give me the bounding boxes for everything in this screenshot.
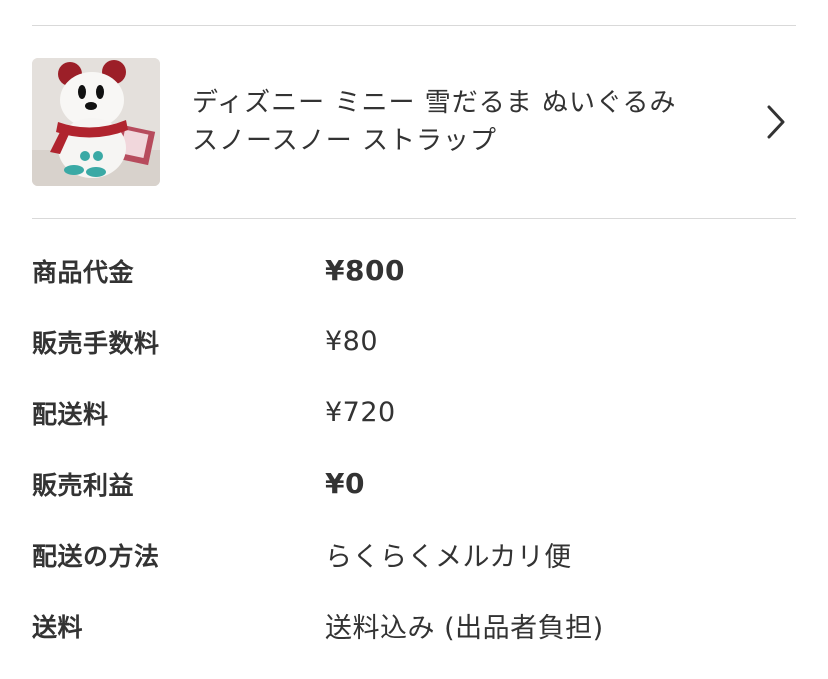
row-value: ¥80 xyxy=(325,326,379,357)
summary-row-postage: 送料 送料込み (出品者負担) xyxy=(32,590,796,661)
price-summary: 商品代金 ¥800 販売手数料 ¥80 配送料 ¥720 販売利益 ¥0 配送の… xyxy=(32,235,796,661)
summary-row-sales-fee: 販売手数料 ¥80 xyxy=(32,306,796,377)
row-value: ¥720 xyxy=(325,397,396,428)
row-label: 販売利益 xyxy=(32,470,135,500)
row-label: 配送料 xyxy=(32,399,109,429)
row-label: 配送の方法 xyxy=(32,541,160,571)
item-title: ディズニー ミニー 雪だるま ぬいぐるみ スノースノー ストラップ xyxy=(192,88,677,156)
chevron-right-icon[interactable] xyxy=(764,104,788,140)
row-label: 商品代金 xyxy=(32,257,135,287)
item-thumbnail[interactable] xyxy=(32,58,160,186)
item-link-row[interactable]: ディズニー ミニー 雪だるま ぬいぐるみ スノースノー ストラップ xyxy=(32,58,796,186)
row-value: らくらくメルカリ便 xyxy=(325,542,572,573)
row-label: 送料 xyxy=(32,612,84,642)
summary-row-shipping-method: 配送の方法 らくらくメルカリ便 xyxy=(32,519,796,590)
summary-row-profit: 販売利益 ¥0 xyxy=(32,448,796,519)
minnie-snowman-plush-image xyxy=(32,58,160,186)
row-value: ¥0 xyxy=(325,467,365,500)
section-divider xyxy=(32,218,796,219)
top-divider xyxy=(32,25,796,26)
row-label: 販売手数料 xyxy=(32,328,160,358)
row-value: ¥800 xyxy=(325,254,405,287)
summary-row-item-price: 商品代金 ¥800 xyxy=(32,235,796,306)
sale-summary-screen: ディズニー ミニー 雪だるま ぬいぐるみ スノースノー ストラップ 商品代金 ¥… xyxy=(0,0,828,679)
row-value: 送料込み (出品者負担) xyxy=(325,613,604,644)
summary-row-shipping-fee: 配送料 ¥720 xyxy=(32,377,796,448)
